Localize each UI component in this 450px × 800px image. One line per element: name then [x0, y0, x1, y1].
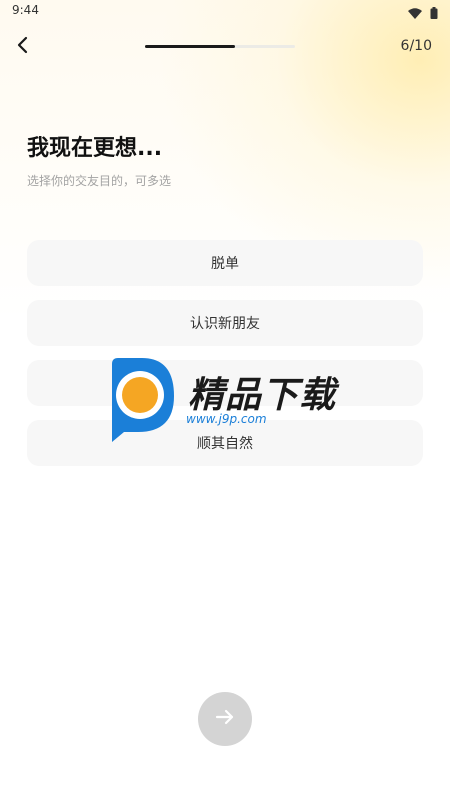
option-item-single[interactable]: 脱单 [27, 240, 423, 286]
option-item-new-friends[interactable]: 认识新朋友 [27, 300, 423, 346]
progress-bar [145, 45, 295, 48]
page-subtitle: 选择你的交友目的，可多选 [27, 174, 172, 188]
status-time: 9:44 [12, 3, 39, 17]
step-counter: 6/10 [400, 38, 432, 54]
chevron-left-icon [16, 36, 30, 58]
top-navigation: 6/10 [0, 28, 450, 64]
battery-icon [430, 4, 438, 23]
arrow-right-icon [215, 709, 235, 729]
option-list: 脱单 认识新朋友 顺其自然 [27, 240, 423, 480]
next-button[interactable] [198, 692, 252, 746]
wifi-icon [408, 4, 422, 23]
page-title: 我现在更想... [27, 136, 163, 161]
status-bar: 9:44 [0, 0, 450, 22]
option-item-go-with-flow[interactable]: 顺其自然 [27, 420, 423, 466]
option-item-hidden[interactable] [27, 360, 423, 406]
progress-fill [145, 45, 235, 48]
back-button[interactable] [10, 34, 36, 60]
status-icons [408, 4, 438, 23]
